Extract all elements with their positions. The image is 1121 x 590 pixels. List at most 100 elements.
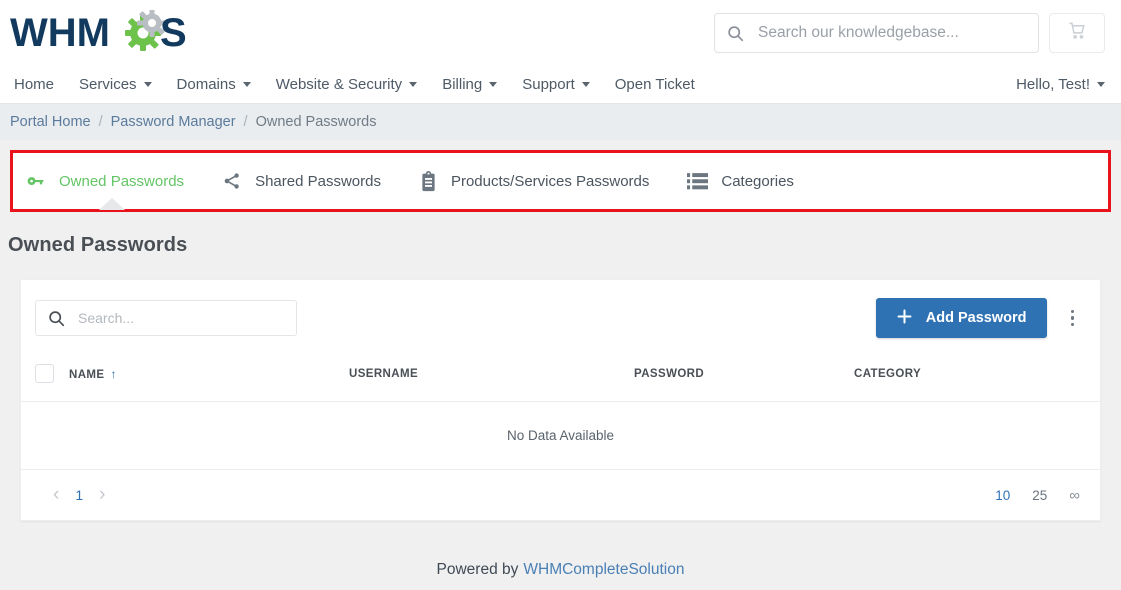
nav-item-support[interactable]: Support (522, 76, 590, 93)
breadcrumb-item-portal-home[interactable]: Portal Home (10, 114, 91, 130)
page-title: Owned Passwords (8, 234, 188, 256)
nav-item-website-security[interactable]: Website & Security (275, 76, 418, 93)
key-icon (25, 171, 46, 192)
column-header-password[interactable]: PASSWORD (634, 354, 854, 402)
pagination: ‹ 1 › 10 25 ∞ (21, 470, 1100, 520)
knowledgebase-search[interactable] (714, 13, 1039, 53)
page-root: WHM S Search our knowledgebase... Home S… (0, 0, 1121, 590)
column-label: CATEGORY (854, 367, 922, 380)
per-page-25[interactable]: 25 (1032, 488, 1047, 503)
column-header-name[interactable]: NAME ↑ (69, 354, 349, 402)
per-page-10[interactable]: 10 (995, 488, 1010, 503)
search-icon (48, 310, 65, 327)
kebab-menu-icon[interactable] (1063, 304, 1083, 333)
nav-item-label: Services (79, 76, 137, 93)
empty-state-message: No Data Available (21, 401, 1100, 470)
chevron-down-icon (143, 82, 152, 87)
tabs-highlight-wrapper: Owned Passwords Shared Passwords Product… (0, 140, 1121, 212)
column-label: PASSWORD (634, 367, 705, 380)
per-page-options: 10 25 ∞ (995, 487, 1080, 504)
breadcrumb-separator: / (98, 114, 103, 130)
plus-icon (896, 308, 913, 329)
kebab-dot (1070, 309, 1074, 314)
nav-item-label: Home (14, 76, 55, 93)
per-page-all[interactable]: ∞ (1069, 487, 1080, 504)
footer-prefix: Powered by (436, 561, 519, 578)
active-tab-indicator (99, 198, 125, 210)
svg-text:S: S (160, 11, 187, 55)
search-icon (727, 25, 744, 42)
page-number-1[interactable]: 1 (71, 487, 87, 503)
knowledgebase-search-input[interactable] (756, 23, 1026, 43)
breadcrumb-item-owned-passwords: Owned Passwords (255, 114, 377, 130)
empty-state-row: No Data Available (21, 401, 1100, 470)
nav-right: Hello, Test! (1016, 76, 1105, 93)
footer-link[interactable]: WHMCompleteSolution (523, 561, 684, 579)
sort-ascending-icon: ↑ (110, 366, 117, 381)
chevron-down-icon (489, 82, 498, 87)
chevron-down-icon (581, 82, 590, 87)
account-menu[interactable]: Hello, Test! (1016, 76, 1105, 93)
kebab-dot (1070, 322, 1074, 327)
table-search[interactable] (35, 300, 297, 336)
card-toolbar: Add Password (21, 280, 1100, 354)
nav-item-services[interactable]: Services (79, 76, 152, 93)
password-manager-tabs: Owned Passwords Shared Passwords Product… (10, 150, 1111, 212)
account-menu-label: Hello, Test! (1016, 76, 1090, 93)
card-area: Add Password NAM (0, 257, 1121, 521)
passwords-table: NAME ↑ USERNAME PASSWORD CATEGORY No Dat… (21, 354, 1100, 470)
footer: Powered by WHMCompleteSolution (0, 550, 1121, 590)
nav-item-home[interactable]: Home (14, 76, 54, 93)
tab-label: Categories (721, 172, 794, 190)
primary-navigation: Home Services Domains Website & Security… (0, 66, 1121, 104)
kebab-dot (1070, 316, 1074, 320)
add-password-button[interactable]: Add Password (875, 298, 1047, 338)
nav-item-label: Website & Security (275, 76, 403, 93)
tab-shared-passwords[interactable]: Shared Passwords (222, 171, 381, 191)
table-head: NAME ↑ USERNAME PASSWORD CATEGORY (21, 354, 1100, 402)
clipboard-icon (419, 170, 438, 192)
tab-label: Owned Passwords (59, 172, 185, 190)
nav-item-label: Domains (176, 76, 236, 93)
breadcrumb-separator: / (243, 114, 248, 130)
chevron-down-icon (409, 82, 418, 87)
masthead: WHM S Search our knowledgebase... (0, 0, 1121, 66)
column-header-category[interactable]: CATEGORY (854, 354, 1100, 402)
cart-button[interactable] (1049, 13, 1105, 53)
toolbar-actions: Add Password (875, 298, 1083, 338)
column-header-username[interactable]: USERNAME (349, 354, 634, 402)
table-body: No Data Available (21, 401, 1100, 470)
nav-item-billing[interactable]: Billing (442, 76, 498, 93)
svg-text:WHM: WHM (10, 11, 110, 55)
table-search-input[interactable] (76, 309, 284, 327)
column-label: USERNAME (349, 367, 419, 380)
chevron-down-icon (242, 82, 251, 87)
whmcs-logo[interactable]: WHM S (10, 10, 200, 56)
nav-item-domains[interactable]: Domains (177, 76, 251, 93)
whmcs-logo-icon: WHM S (10, 10, 187, 55)
nav-item-label: Support (522, 76, 575, 93)
passwords-card: Add Password NAM (20, 279, 1101, 521)
tab-products-services-passwords[interactable]: Products/Services Passwords (419, 170, 650, 192)
select-all-checkbox[interactable] (35, 364, 54, 383)
breadcrumb: Portal Home / Password Manager / Owned P… (0, 104, 1121, 140)
chevron-down-icon (1097, 82, 1105, 87)
nav-item-label: Billing (442, 76, 483, 93)
masthead-right (714, 13, 1105, 53)
share-icon (222, 171, 242, 191)
column-label: NAME (69, 368, 105, 381)
chevron-left-icon[interactable]: ‹ (41, 484, 71, 506)
chevron-right-icon[interactable]: › (87, 484, 117, 506)
shopping-cart-icon (1068, 21, 1087, 45)
nav-item-open-ticket[interactable]: Open Ticket (615, 76, 695, 93)
tab-label: Shared Passwords (255, 172, 381, 190)
breadcrumb-item-password-manager[interactable]: Password Manager (111, 114, 236, 130)
tab-label: Products/Services Passwords (450, 172, 650, 190)
table-header-row: NAME ↑ USERNAME PASSWORD CATEGORY (21, 354, 1100, 402)
tab-categories[interactable]: Categories (687, 172, 794, 190)
nav-item-label: Open Ticket (614, 76, 695, 93)
list-icon (687, 172, 709, 190)
select-all-header (21, 354, 69, 402)
add-password-label: Add Password (925, 310, 1027, 326)
tab-owned-passwords[interactable]: Owned Passwords (25, 171, 184, 192)
